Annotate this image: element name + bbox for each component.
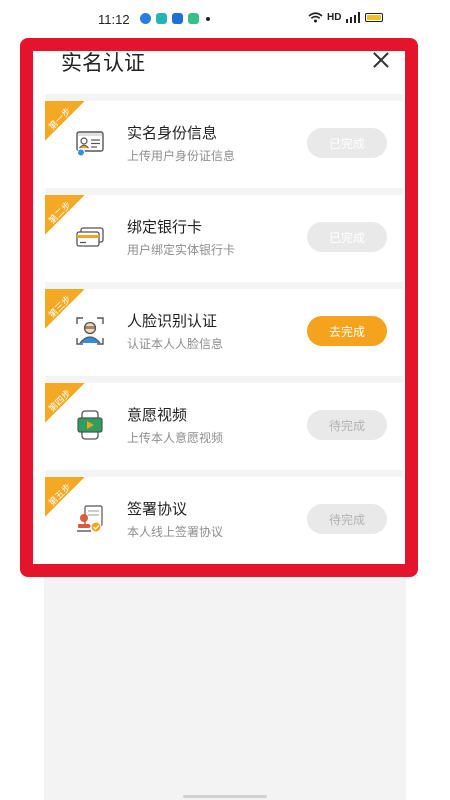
step-card-bank-card: 第二步 绑定银行卡 用户绑定实体银行卡 已完成 — [45, 188, 403, 274]
step-description: 本人线上签署协议 — [127, 525, 224, 539]
step-badge-label: 第五步 — [47, 482, 74, 509]
step-card-identity: 第一步 实名身份信息 上传用户身份证信息 已完成 — [45, 94, 403, 180]
step-card-agreement: 第五步 签署协议 本人线上签署协议 待完成 — [45, 470, 403, 556]
signature-icon — [77, 505, 103, 533]
step-list: 第一步 实名身份信息 上传用户身份证信息 已完成 第二步 绑定银行卡 用户绑定实… — [45, 94, 403, 564]
step-description: 认证本人人脸信息 — [127, 337, 224, 351]
step-description: 上传本人意愿视频 — [127, 431, 224, 445]
video-icon — [77, 410, 103, 440]
network-type: HD — [327, 12, 342, 23]
sheet-title: 实名认证 — [61, 51, 145, 75]
app-notification-icon — [172, 13, 183, 24]
app-notification-icon — [140, 13, 151, 24]
step-card-video: 第四步 意愿视频 上传本人意愿视频 待完成 — [45, 376, 403, 462]
home-indicator — [183, 795, 267, 798]
step-badge-label: 第三步 — [47, 294, 74, 321]
step-status-button[interactable]: 已完成 — [307, 128, 387, 158]
step-badge-label: 第四步 — [47, 388, 74, 415]
status-bar: 11:12 HD — [0, 0, 450, 38]
face-scan-icon — [76, 317, 104, 345]
wifi-icon — [308, 12, 323, 23]
step-title: 签署协议 — [127, 500, 188, 518]
step-title: 绑定银行卡 — [127, 218, 203, 236]
app-notification-icon — [188, 13, 199, 24]
battery-icon — [365, 13, 384, 22]
status-time: 11:12 — [98, 12, 130, 27]
step-status-button[interactable]: 去完成 — [307, 316, 387, 346]
close-icon[interactable] — [372, 51, 390, 69]
step-description: 用户绑定实体银行卡 — [127, 243, 236, 257]
bank-card-icon — [76, 227, 104, 247]
step-title: 意愿视频 — [127, 406, 188, 424]
step-description: 上传用户身份证信息 — [127, 149, 236, 163]
status-right: HD — [308, 12, 384, 23]
step-title: 实名身份信息 — [127, 124, 218, 142]
app-notification-icon — [156, 13, 167, 24]
more-notifications-icon — [206, 16, 210, 21]
step-badge-label: 第二步 — [47, 200, 74, 227]
signal-icon — [346, 12, 361, 23]
step-title: 人脸识别认证 — [127, 312, 218, 330]
step-badge-label: 第一步 — [47, 106, 74, 133]
step-status-button[interactable]: 已完成 — [307, 222, 387, 252]
step-card-face-recognition: 第三步 人脸识别认证 认证本人人脸信息 去完成 — [45, 282, 403, 368]
verification-sheet: 实名认证 第一步 实名身份信息 上传用户身份证信息 已完成 第二步 绑定银行卡 … — [36, 42, 406, 564]
status-notification-icons — [140, 13, 210, 24]
step-status-button[interactable]: 待完成 — [307, 504, 387, 534]
step-status-button[interactable]: 待完成 — [307, 410, 387, 440]
id-card-icon — [76, 131, 104, 157]
